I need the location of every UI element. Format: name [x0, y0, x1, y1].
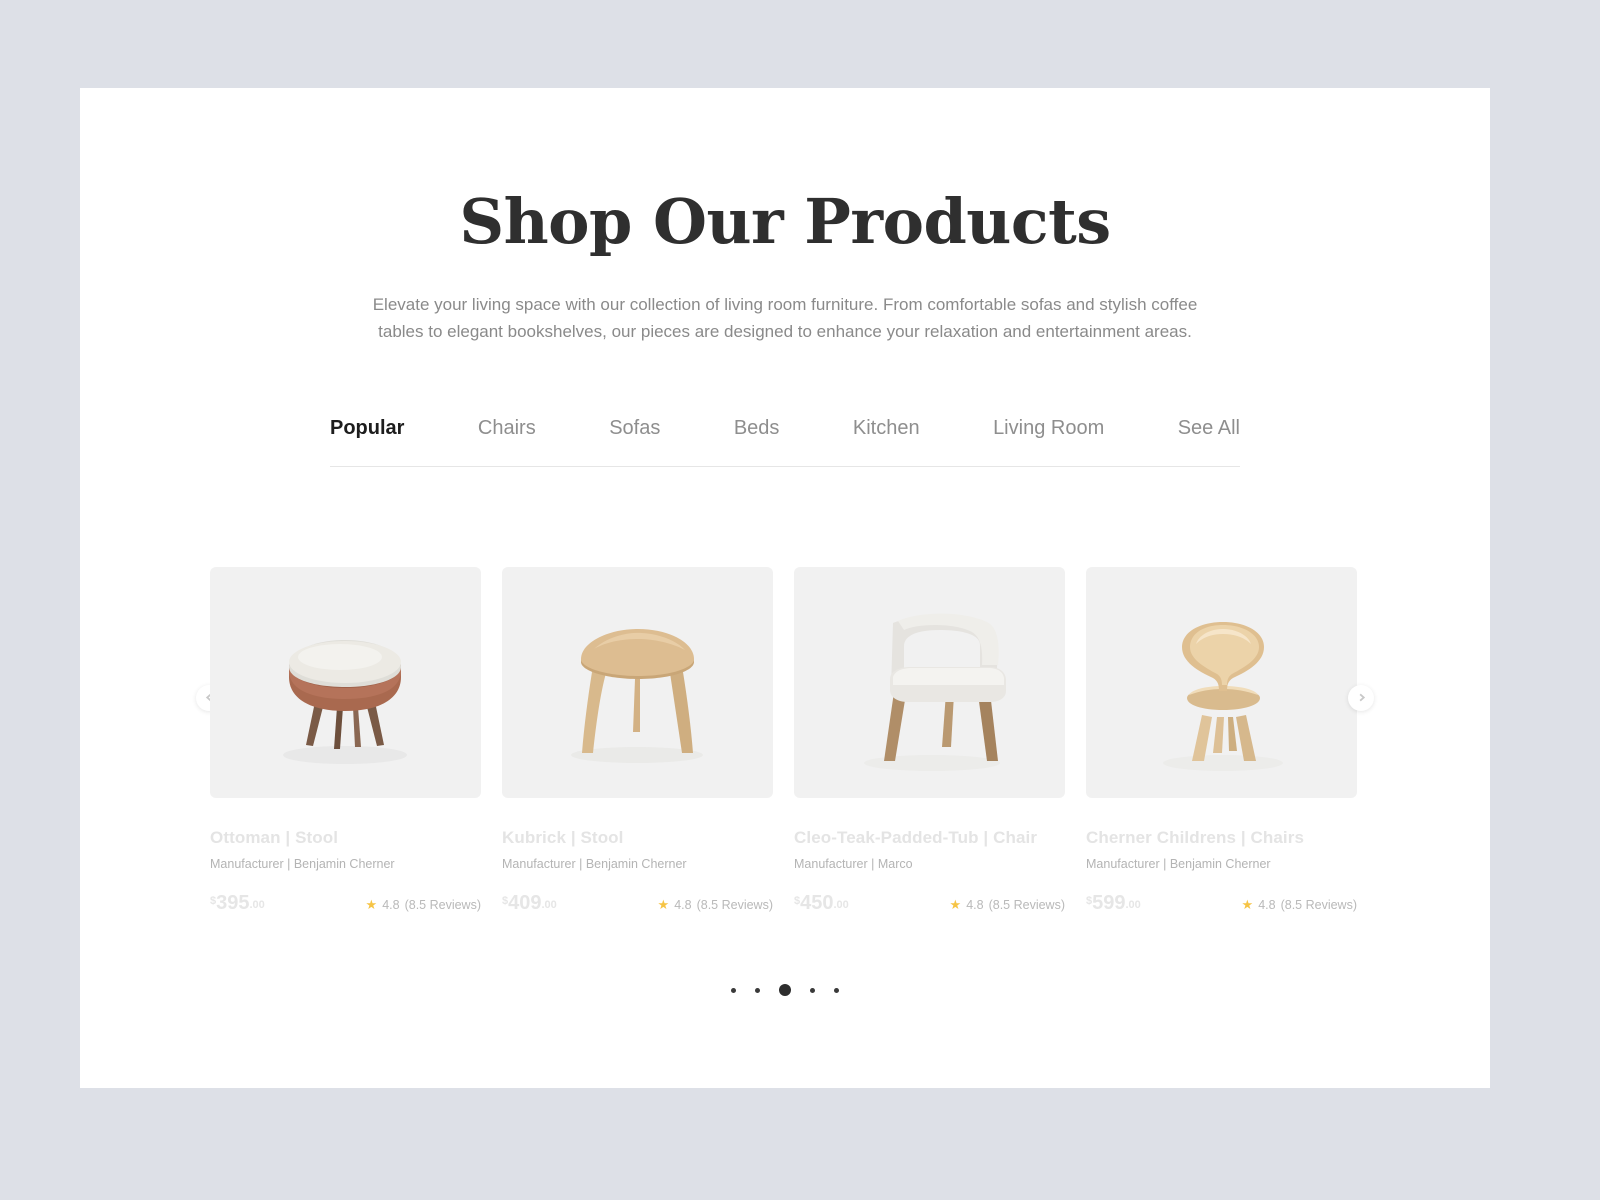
review-count: (8.5 Reviews) [696, 897, 773, 912]
product-details: Kubrick | Stool Manufacturer | Benjamin … [502, 798, 773, 913]
price-cents: .00 [833, 899, 849, 912]
star-icon: ★ [365, 897, 378, 913]
product-rating: ★ 4.8 (8.5 Reviews) [366, 898, 481, 912]
product-image-cleo-tub-chair [794, 566, 1065, 798]
review-count: (8.5 Reviews) [404, 897, 481, 912]
carousel-dot-3[interactable] [779, 984, 791, 997]
rating-value: 4.8 [966, 897, 984, 912]
product-rating: ★ 4.8 (8.5 Reviews) [658, 898, 773, 912]
product-details: Cleo-Teak-Padded-Tub | Chair Manufacture… [794, 798, 1065, 913]
product-manufacturer: Manufacturer | Marco [794, 857, 913, 872]
product-price: $599.00 [1086, 893, 1141, 913]
product-card[interactable]: Kubrick | Stool Manufacturer | Benjamin … [502, 566, 773, 913]
star-icon: ★ [657, 897, 670, 913]
product-carousel: Ottoman | Stool Manufacturer | Benjamin … [196, 566, 1374, 997]
tab-living-room[interactable]: Living Room [993, 417, 1104, 440]
product-image-kubrick-stool [502, 566, 773, 798]
chevron-right-icon[interactable] [1348, 684, 1374, 711]
product-title: Cleo-Teak-Padded-Tub | Chair [794, 827, 1038, 847]
product-image-ottoman-stool [210, 566, 481, 798]
rating-value: 4.8 [382, 897, 400, 912]
product-meta: $599.00 ★ 4.8 (8.5 Reviews) [1086, 893, 1357, 913]
price-cents: .00 [1125, 899, 1141, 912]
product-manufacturer: Manufacturer | Benjamin Cherner [502, 857, 687, 872]
product-details: Ottoman | Stool Manufacturer | Benjamin … [210, 798, 481, 913]
product-details: Cherner Childrens | Chairs Manufacturer … [1086, 798, 1357, 913]
product-price: $450.00 [794, 893, 849, 913]
product-meta: $395.00 ★ 4.8 (8.5 Reviews) [210, 893, 481, 913]
product-title: Kubrick | Stool [502, 827, 624, 847]
star-icon: ★ [949, 897, 962, 913]
tab-beds[interactable]: Beds [734, 417, 780, 440]
category-tabs: Popular Chairs Sofas Beds Kitchen Living… [330, 417, 1240, 467]
rating-value: 4.8 [674, 897, 692, 912]
price-amount: 450 [800, 892, 834, 915]
product-rating: ★ 4.8 (8.5 Reviews) [1242, 898, 1357, 912]
review-count: (8.5 Reviews) [1280, 897, 1357, 912]
product-manufacturer: Manufacturer | Benjamin Cherner [210, 857, 395, 872]
carousel-dot-4[interactable] [810, 987, 815, 993]
carousel-pagination [210, 983, 1360, 997]
rating-value: 4.8 [1258, 897, 1276, 912]
category-tabs-list: Popular Chairs Sofas Beds Kitchen Living… [330, 417, 1240, 466]
product-meta: $450.00 ★ 4.8 (8.5 Reviews) [794, 893, 1065, 913]
tab-popular[interactable]: Popular [330, 417, 404, 440]
product-card[interactable]: Cherner Childrens | Chairs Manufacturer … [1086, 566, 1357, 913]
product-card[interactable]: Cleo-Teak-Padded-Tub | Chair Manufacture… [794, 566, 1065, 913]
price-cents: .00 [541, 899, 557, 912]
page-header: Shop Our Products Elevate your living sp… [80, 88, 1490, 345]
product-card-list: Ottoman | Stool Manufacturer | Benjamin … [210, 566, 1360, 913]
product-card[interactable]: Ottoman | Stool Manufacturer | Benjamin … [210, 566, 481, 913]
carousel-dot-5[interactable] [834, 987, 839, 993]
carousel-dot-1[interactable] [731, 987, 736, 993]
product-price: $409.00 [502, 893, 557, 913]
product-manufacturer: Manufacturer | Benjamin Cherner [1086, 857, 1271, 872]
tab-sofas[interactable]: Sofas [609, 417, 660, 440]
tab-kitchen[interactable]: Kitchen [853, 417, 920, 440]
product-title: Cherner Childrens | Chairs [1086, 827, 1305, 847]
price-amount: 599 [1092, 892, 1126, 915]
review-count: (8.5 Reviews) [988, 897, 1065, 912]
tab-chairs[interactable]: Chairs [478, 417, 536, 440]
product-page-panel: Shop Our Products Elevate your living sp… [80, 88, 1490, 1088]
product-meta: $409.00 ★ 4.8 (8.5 Reviews) [502, 893, 773, 913]
product-rating: ★ 4.8 (8.5 Reviews) [950, 898, 1065, 912]
product-price: $395.00 [210, 893, 265, 913]
price-amount: 409 [508, 892, 542, 915]
product-image-cherner-childrens-chair [1086, 566, 1357, 798]
carousel-dot-2[interactable] [755, 987, 760, 993]
product-title: Ottoman | Stool [210, 827, 339, 847]
page-subtitle: Elevate your living space with our colle… [372, 295, 1198, 341]
tab-see-all[interactable]: See All [1178, 417, 1240, 440]
price-cents: .00 [249, 899, 265, 912]
price-amount: 395 [216, 892, 250, 915]
page-title: Shop Our Products [459, 185, 1111, 258]
star-icon: ★ [1241, 897, 1254, 913]
